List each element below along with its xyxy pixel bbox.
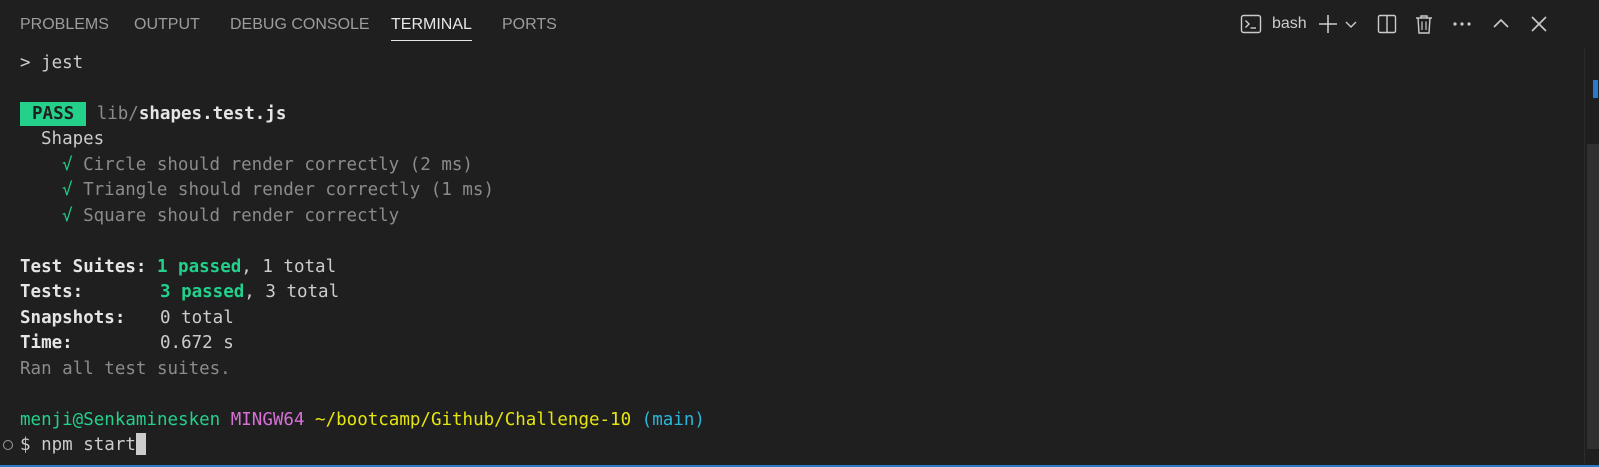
terminal-output[interactable]: > jest PASS lib/shapes.test.js Shapes √ …	[0, 48, 1578, 465]
new-terminal-button[interactable]	[1317, 12, 1339, 36]
terminal-icon	[1240, 13, 1262, 35]
summary-total: , 3 total	[244, 282, 340, 302]
close-icon	[1528, 13, 1550, 35]
summary-snapshots: Snapshots: 0 total	[20, 306, 234, 330]
command-decoration-icon[interactable]	[3, 440, 13, 450]
test-name: Circle should render correctly (2 ms)	[83, 155, 473, 175]
panel-tab-bar: PROBLEMS OUTPUT DEBUG CONSOLE TERMINAL P…	[0, 0, 1599, 48]
trash-icon	[1413, 13, 1435, 35]
test-result: √ Circle should render correctly (2 ms)	[62, 153, 473, 177]
prompt-system: MINGW64	[230, 410, 305, 430]
more-icon	[1451, 13, 1473, 35]
chevron-up-icon	[1490, 13, 1512, 35]
summary-label: Time:	[20, 333, 73, 353]
check-icon: √	[62, 155, 73, 175]
split-terminal-button[interactable]	[1376, 12, 1398, 36]
maximize-panel-button[interactable]	[1490, 12, 1512, 36]
shell-selector[interactable]: bash	[1240, 12, 1307, 36]
prompt-path: ~/bootcamp/Github/Challenge-10	[315, 410, 632, 430]
scroll-marker	[1593, 80, 1598, 98]
suite-name: Shapes	[41, 129, 105, 149]
test-result: √ Square should render correctly	[62, 204, 399, 228]
test-name: Triangle should render correctly (1 ms)	[83, 180, 494, 200]
scrollbar-thumb[interactable]	[1587, 144, 1599, 449]
summary-suites: Test Suites: 1 passed, 1 total	[20, 255, 336, 279]
summary-total: , 1 total	[241, 257, 337, 277]
prompt-branch: (main)	[641, 410, 705, 430]
command-line: > jest	[20, 53, 84, 73]
plus-icon	[1317, 13, 1339, 35]
summary-label: Tests:	[20, 282, 84, 302]
summary-value: 0 total	[160, 308, 234, 328]
shell-label: bash	[1272, 15, 1307, 32]
test-file-line: PASS lib/shapes.test.js	[20, 102, 286, 126]
summary-tests: Tests: 3 passed, 3 total	[20, 280, 339, 304]
panel-actions: bash	[0, 0, 1599, 48]
test-name: Square should render correctly	[83, 206, 400, 226]
summary-time: Time: 0.672 s	[20, 331, 234, 355]
prompt-input-line[interactable]: $ npm start	[20, 432, 146, 457]
check-icon: √	[62, 180, 73, 200]
pass-badge: PASS	[20, 102, 87, 126]
text-cursor	[135, 432, 146, 455]
summary-label: Snapshots:	[20, 308, 126, 328]
terminal-dropdown-button[interactable]	[1344, 12, 1358, 36]
summary-label: Test Suites:	[20, 257, 147, 277]
check-icon: √	[62, 206, 73, 226]
split-icon	[1376, 13, 1398, 35]
terminal-scrollbar[interactable]	[1584, 48, 1599, 465]
prompt-info: menji@Senkaminesken MINGW64 ~/bootcamp/G…	[20, 408, 705, 432]
prompt-input: npm start	[41, 435, 136, 455]
ran-all-text: Ran all test suites.	[20, 359, 231, 379]
prompt-dollar: $	[20, 435, 31, 455]
summary-passed: 1 passed	[156, 257, 242, 277]
kill-terminal-button[interactable]	[1413, 12, 1435, 36]
prompt-user-host: menji@Senkaminesken	[20, 410, 221, 430]
close-panel-button[interactable]	[1528, 12, 1550, 36]
summary-value: 0.672 s	[160, 333, 234, 353]
terminal-panel: PROBLEMS OUTPUT DEBUG CONSOLE TERMINAL P…	[0, 0, 1599, 467]
chevron-down-icon	[1344, 17, 1358, 31]
test-result: √ Triangle should render correctly (1 ms…	[62, 178, 494, 202]
test-file-name: shapes.test.js	[138, 104, 287, 124]
test-file-dir: lib/	[96, 104, 139, 124]
summary-passed: 3 passed	[160, 282, 245, 302]
more-actions-button[interactable]	[1451, 12, 1473, 36]
